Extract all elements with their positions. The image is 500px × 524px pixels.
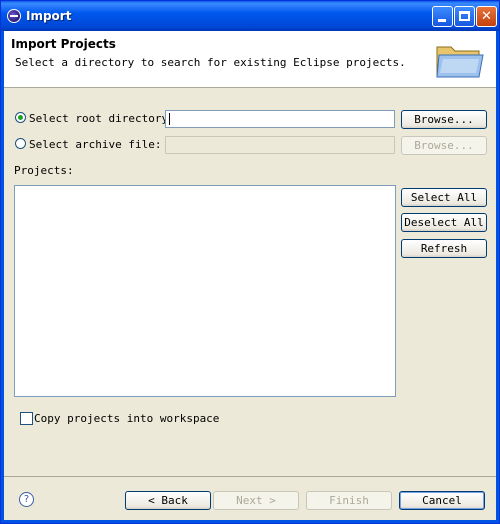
cancel-button[interactable]: Cancel bbox=[399, 491, 485, 510]
root-directory-radio[interactable] bbox=[15, 112, 26, 123]
maximize-icon bbox=[459, 11, 470, 21]
deselect-all-button[interactable]: Deselect All bbox=[401, 213, 487, 232]
minimize-button[interactable] bbox=[432, 6, 453, 27]
back-button[interactable]: < Back bbox=[125, 491, 211, 510]
maximize-button[interactable] bbox=[454, 6, 475, 27]
select-all-button[interactable]: Select All bbox=[401, 188, 487, 207]
close-icon: ✕ bbox=[481, 9, 492, 24]
root-directory-input[interactable] bbox=[165, 110, 395, 128]
wizard-header: Import Projects Select a directory to se… bbox=[4, 31, 496, 88]
close-button[interactable]: ✕ bbox=[476, 6, 497, 27]
archive-file-label[interactable]: Select archive file: bbox=[29, 138, 161, 151]
browse-root-button[interactable]: Browse... bbox=[401, 110, 487, 129]
folder-icon bbox=[436, 46, 484, 78]
footer-separator bbox=[4, 476, 496, 477]
text-caret bbox=[169, 113, 170, 125]
minimize-icon bbox=[438, 19, 446, 22]
refresh-button[interactable]: Refresh bbox=[401, 239, 487, 258]
browse-archive-button[interactable]: Browse... bbox=[401, 136, 487, 155]
projects-label: Projects: bbox=[14, 164, 74, 177]
window-title: Import bbox=[26, 9, 72, 23]
archive-file-radio[interactable] bbox=[15, 138, 26, 149]
next-button[interactable]: Next > bbox=[213, 491, 299, 510]
copy-projects-label[interactable]: Copy projects into workspace bbox=[34, 412, 219, 425]
archive-file-input[interactable] bbox=[165, 136, 395, 154]
page-description: Select a directory to search for existin… bbox=[15, 56, 406, 69]
projects-list[interactable] bbox=[14, 185, 396, 397]
dialog-client-area: Import Projects Select a directory to se… bbox=[4, 31, 496, 520]
copy-projects-checkbox[interactable] bbox=[20, 412, 33, 425]
root-directory-label[interactable]: Select root directory: bbox=[29, 112, 175, 125]
title-bar[interactable]: Import ✕ bbox=[1, 1, 499, 31]
help-icon[interactable]: ? bbox=[19, 492, 34, 507]
import-dialog-window: Import ✕ Import Projects Select a direct… bbox=[0, 0, 500, 524]
page-title: Import Projects bbox=[11, 37, 116, 51]
finish-button[interactable]: Finish bbox=[306, 491, 392, 510]
eclipse-icon bbox=[7, 9, 21, 23]
